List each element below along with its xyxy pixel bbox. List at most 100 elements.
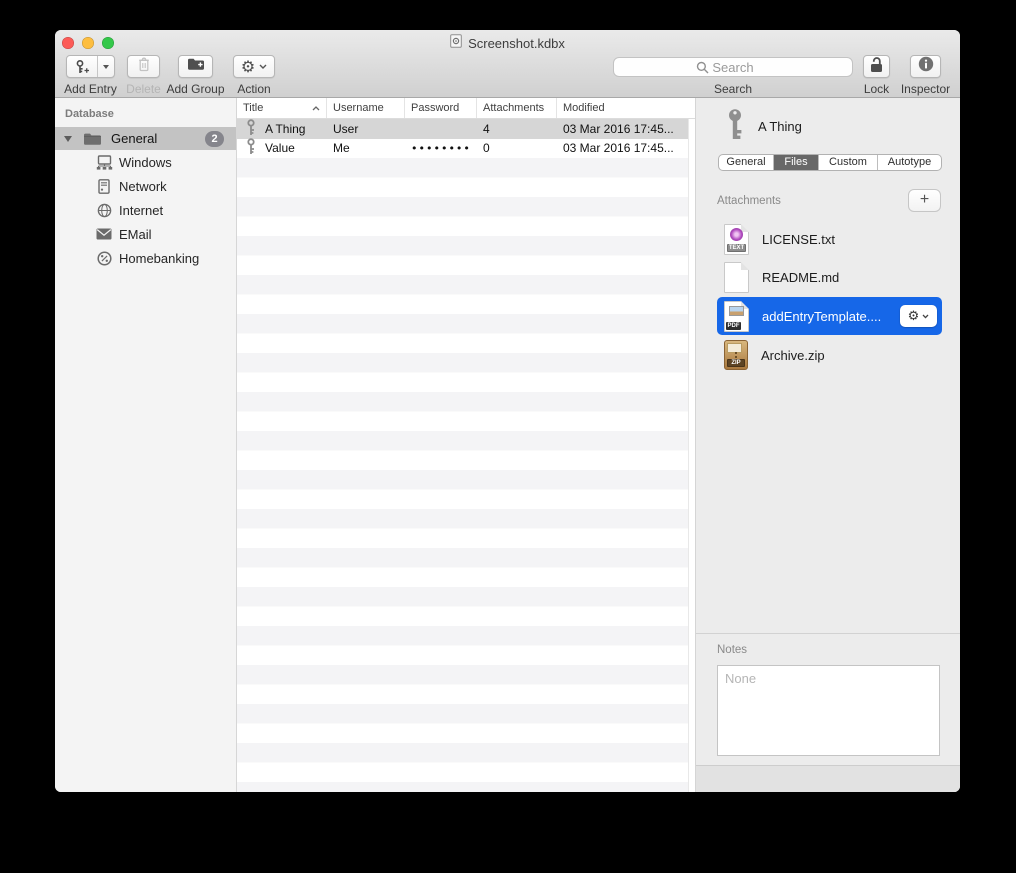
group-sidebar: Database General 2 Windows Network	[55, 98, 237, 792]
sidebar-item-homebanking[interactable]: Homebanking	[55, 246, 236, 270]
search-input[interactable]	[613, 57, 853, 77]
entry-modified: 03 Mar 2016 17:45...	[557, 141, 695, 155]
table-row[interactable]: A Thing User 4 03 Mar 2016 17:45...	[237, 119, 695, 139]
add-group-label: Add Group	[166, 82, 224, 96]
sidebar-item-label: General	[111, 131, 157, 146]
empty-row-stripes	[237, 158, 688, 792]
table-header: Title Username Password Attachments Modi…	[237, 98, 695, 119]
inspector-footer-bar	[696, 765, 960, 792]
attachment-action-button[interactable]: ⚙	[900, 305, 937, 327]
add-attachment-button[interactable]: +	[908, 189, 941, 212]
text-file-icon: TEXT	[724, 224, 749, 255]
column-header-username[interactable]: Username	[327, 98, 405, 118]
attachments-section-label: Attachments	[717, 195, 781, 207]
sidebar-item-windows[interactable]: Windows	[55, 150, 236, 174]
entry-title: Value	[265, 141, 295, 155]
action-label: Action	[237, 82, 270, 96]
attachment-row[interactable]: README.md	[717, 258, 942, 296]
file-icon-label: ZIP	[727, 359, 745, 367]
file-icon-label: TEXT	[727, 244, 746, 252]
entry-table: Title Username Password Attachments Modi…	[237, 98, 695, 792]
delete-toolbar-item: Delete	[127, 55, 160, 78]
table-row[interactable]: Value Me •••••••• 0 03 Mar 2016 17:45...	[237, 139, 695, 159]
sidebar-section-header: Database	[65, 108, 236, 120]
add-entry-button[interactable]	[66, 55, 115, 78]
entry-username: User	[327, 122, 405, 136]
sidebar-item-label: Windows	[119, 155, 172, 170]
action-button[interactable]: ⚙	[233, 55, 275, 78]
sidebar-item-general[interactable]: General 2	[55, 127, 236, 150]
chevron-down-icon	[103, 65, 109, 69]
chevron-down-icon	[922, 314, 929, 319]
lock-toolbar-item: Lock	[863, 55, 890, 78]
add-entry-dropdown[interactable]	[98, 56, 114, 77]
attachment-row-selected[interactable]: PDF addEntryTemplate.... ⚙	[717, 297, 942, 335]
app-window: Screenshot.kdbx Add Entry Delete	[55, 30, 960, 792]
sidebar-item-internet[interactable]: Internet	[55, 198, 236, 222]
inspector-panel: A Thing General Files Custom Autotype At…	[695, 98, 960, 792]
attachment-row[interactable]: TEXT LICENSE.txt	[717, 220, 942, 258]
percent-icon	[95, 251, 113, 266]
attachment-name: Archive.zip	[761, 348, 825, 363]
key-plus-icon	[67, 56, 98, 77]
add-group-toolbar-item: Add Group	[178, 55, 213, 78]
key-icon	[725, 108, 745, 146]
sidebar-item-email[interactable]: EMail	[55, 222, 236, 246]
notes-textarea[interactable]	[717, 665, 940, 756]
inspector-entry-title: A Thing	[758, 119, 802, 134]
add-group-button[interactable]	[178, 55, 213, 78]
entry-title: A Thing	[265, 122, 305, 136]
server-icon	[95, 179, 113, 194]
attachment-name: README.md	[762, 270, 839, 285]
lock-label: Lock	[864, 82, 889, 96]
sidebar-item-label: Homebanking	[119, 251, 199, 266]
inspector-tabs: General Files Custom Autotype	[718, 154, 942, 171]
divider	[696, 633, 960, 634]
lock-button[interactable]	[863, 55, 890, 78]
tab-general[interactable]: General	[719, 155, 774, 170]
entry-count-badge: 2	[205, 131, 224, 147]
chevron-down-icon	[259, 64, 267, 69]
windows-network-icon	[95, 155, 113, 170]
window-chrome: Screenshot.kdbx Add Entry Delete	[55, 30, 960, 98]
delete-label: Delete	[126, 82, 161, 96]
gear-icon: ⚙	[908, 310, 920, 323]
disclosure-triangle-icon[interactable]	[64, 136, 72, 142]
file-icon-label: PDF	[726, 322, 741, 330]
inspector-toolbar-item: Inspector	[910, 55, 941, 78]
add-entry-toolbar-item: Add Entry	[66, 55, 115, 78]
attachment-name: addEntryTemplate....	[762, 309, 881, 324]
gear-icon: ⚙	[241, 59, 255, 75]
window-title: Screenshot.kdbx	[468, 36, 565, 51]
search-toolbar-item: Search	[613, 57, 853, 77]
tab-autotype[interactable]: Autotype	[878, 155, 941, 170]
attachment-row[interactable]: ZIP Archive.zip	[717, 336, 942, 374]
column-header-password[interactable]: Password	[405, 98, 477, 118]
notes-section-label: Notes	[717, 644, 747, 656]
folder-icon	[83, 132, 102, 146]
entry-attachments-count: 0	[477, 141, 557, 155]
document-proxy-icon	[450, 34, 462, 53]
key-icon	[246, 138, 256, 158]
sort-ascending-icon	[312, 106, 320, 111]
inspector-button[interactable]	[910, 55, 941, 78]
sidebar-item-label: Network	[119, 179, 167, 194]
titlebar: Screenshot.kdbx	[55, 35, 960, 51]
column-header-attachments[interactable]: Attachments	[477, 98, 557, 118]
table-scrollbar-track[interactable]	[688, 119, 695, 792]
tab-files[interactable]: Files	[774, 155, 819, 170]
folder-plus-icon	[187, 57, 205, 76]
pdf-file-icon: PDF	[724, 301, 749, 332]
info-icon	[918, 56, 934, 77]
attachment-name: LICENSE.txt	[762, 232, 835, 247]
sidebar-item-network[interactable]: Network	[55, 174, 236, 198]
sidebar-item-label: Internet	[119, 203, 163, 218]
tab-custom[interactable]: Custom	[819, 155, 878, 170]
search-label: Search	[714, 82, 752, 96]
padlock-open-icon	[869, 56, 884, 78]
delete-button[interactable]	[127, 55, 160, 78]
add-entry-label: Add Entry	[64, 82, 117, 96]
markdown-file-icon	[724, 262, 749, 293]
trash-icon	[137, 56, 151, 77]
column-header-modified[interactable]: Modified	[557, 98, 695, 118]
